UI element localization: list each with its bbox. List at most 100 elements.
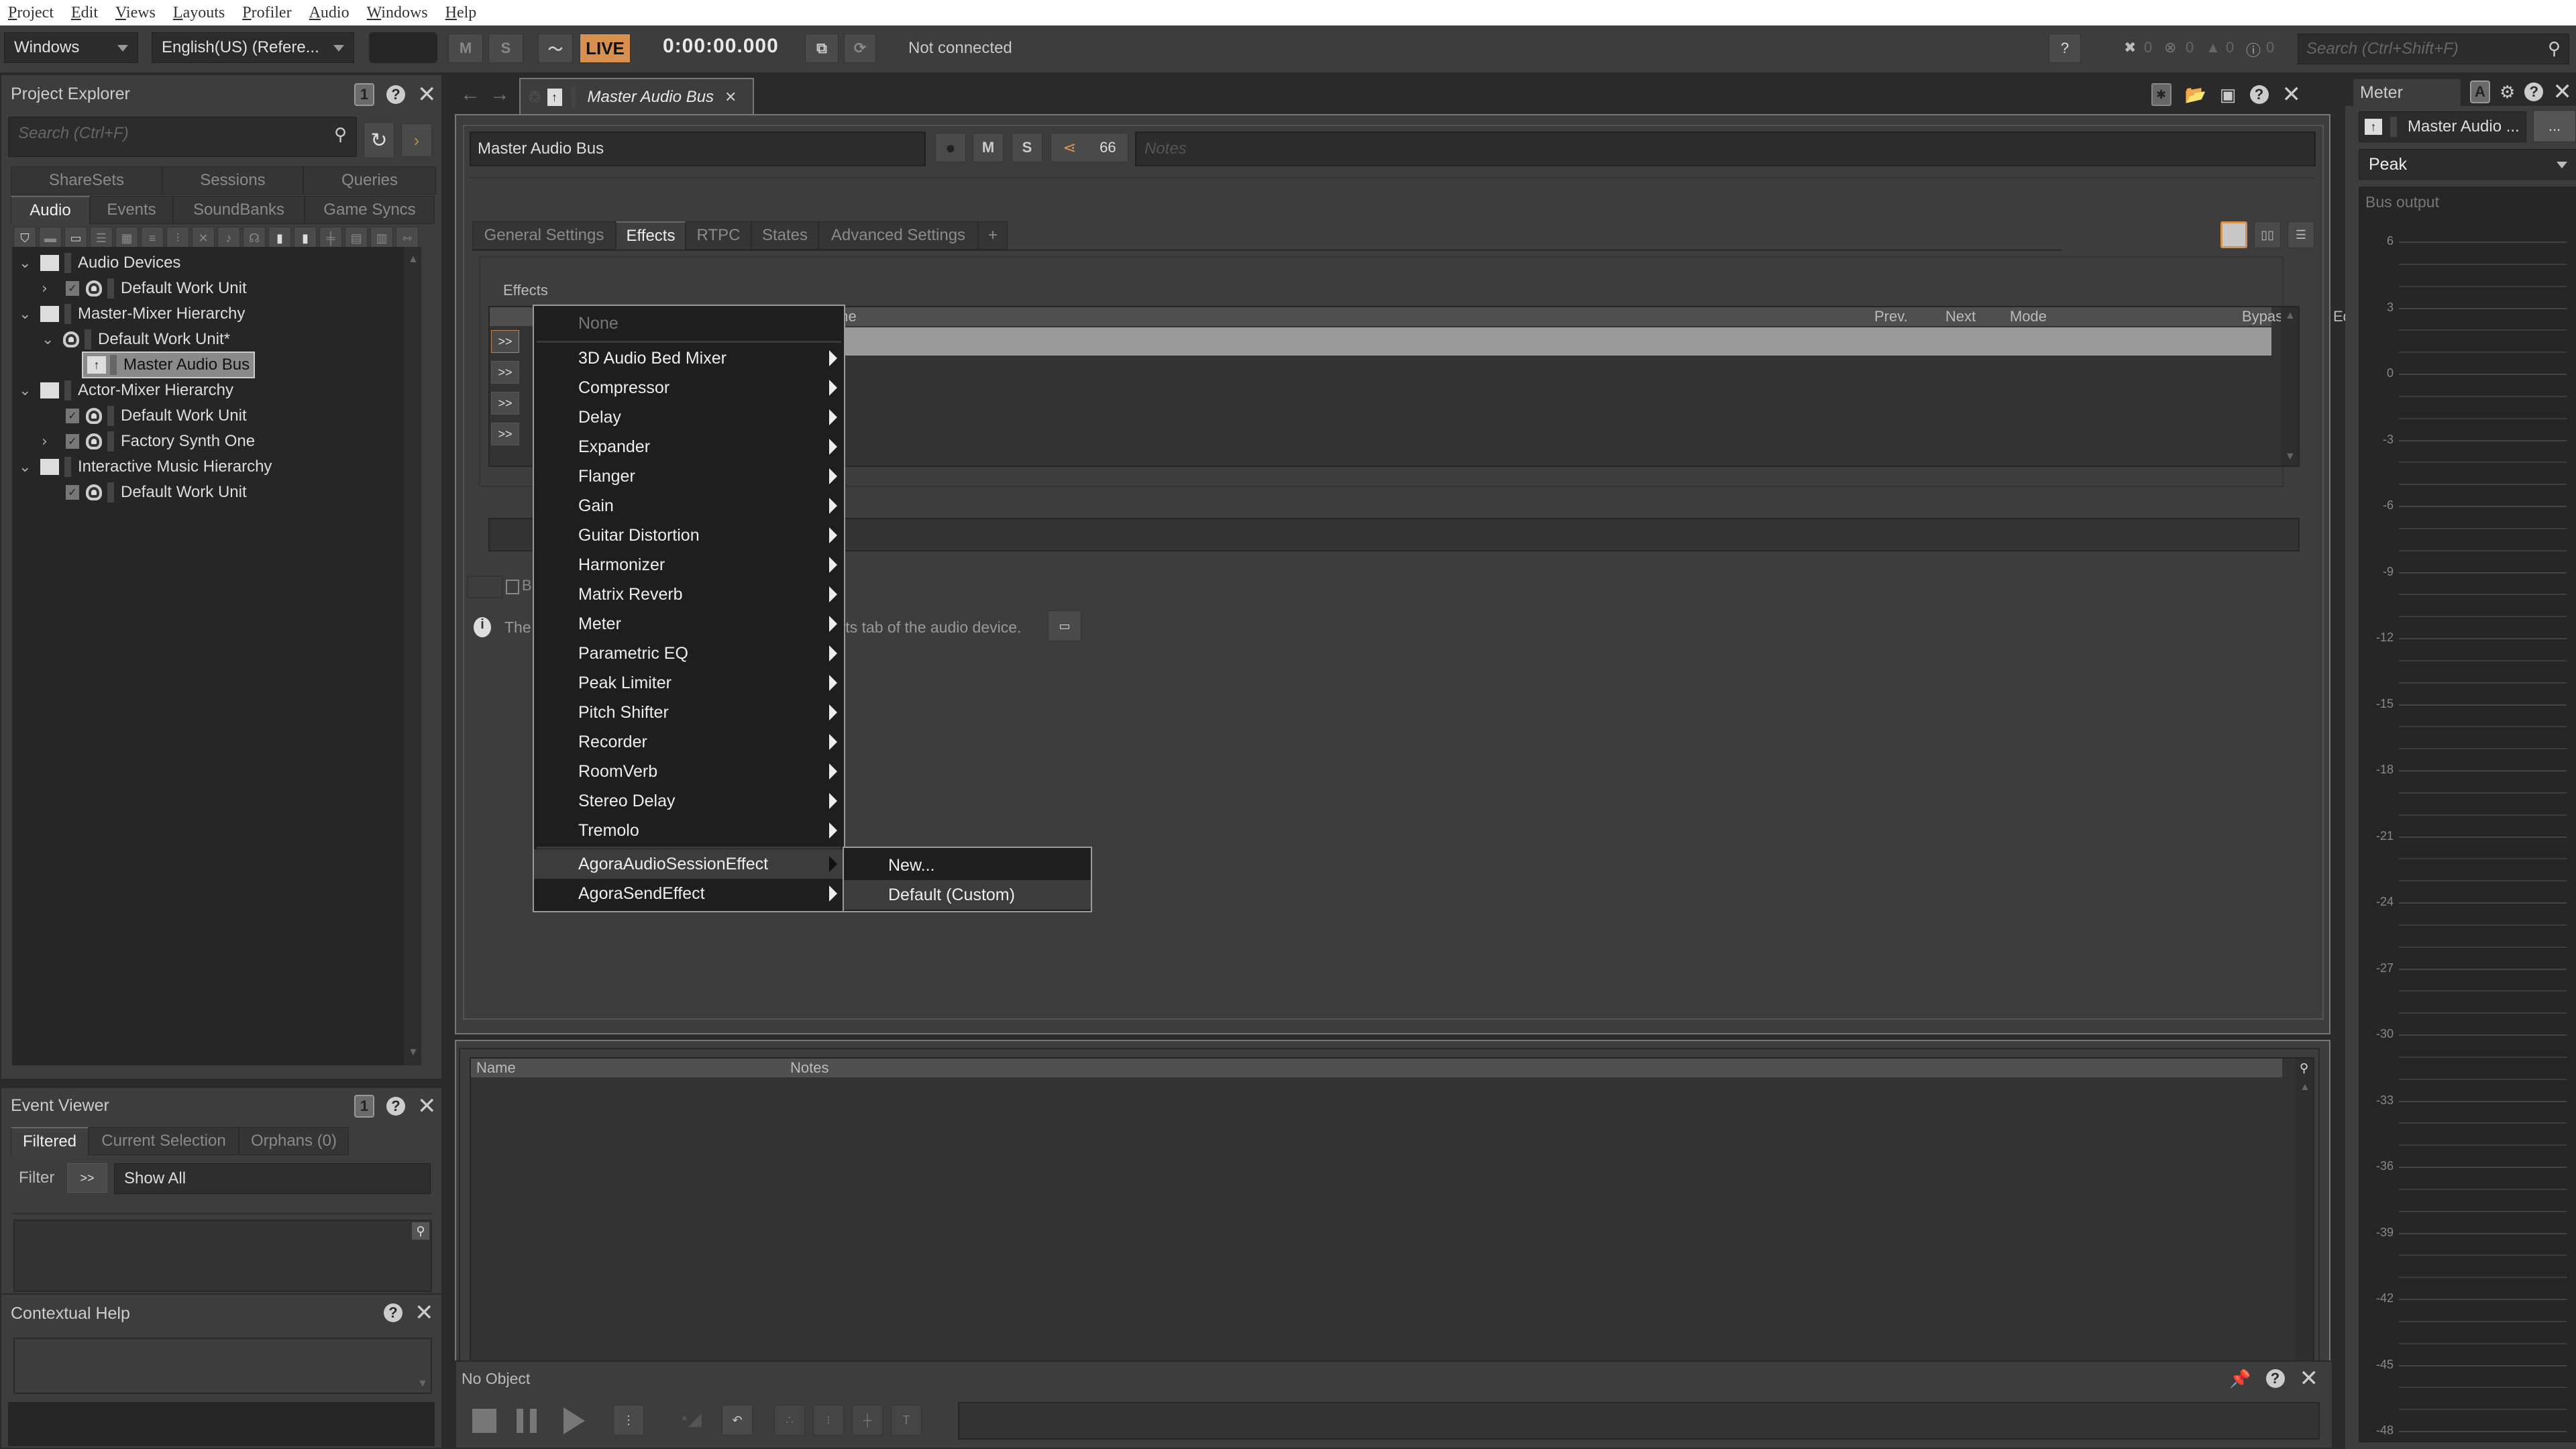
- help-icon[interactable]: ?: [384, 1303, 402, 1322]
- menu-item-harmonizer[interactable]: Harmonizer: [534, 550, 844, 580]
- solo-button[interactable]: S: [488, 34, 523, 63]
- menu-edit[interactable]: Edit: [71, 4, 98, 22]
- blend-icon[interactable]: ⫶: [166, 227, 189, 250]
- effect-slot-button[interactable]: >>: [491, 392, 519, 415]
- col-prev[interactable]: Prev.: [1874, 308, 1908, 325]
- layout-single-button[interactable]: [2220, 221, 2247, 248]
- scroll-down-icon[interactable]: ▼: [408, 1046, 419, 1059]
- checkbox-icon[interactable]: ✓: [66, 281, 79, 296]
- menu-windows[interactable]: Windows: [367, 4, 428, 22]
- tab-soundbanks[interactable]: SoundBanks: [173, 196, 305, 224]
- tab-game-syncs[interactable]: Game Syncs: [305, 196, 435, 224]
- tab-sessions[interactable]: Sessions: [162, 166, 303, 195]
- chevron-down-icon[interactable]: ⌄: [19, 255, 34, 272]
- submenu-item-default-custom[interactable]: Default (Custom): [844, 880, 1091, 910]
- browse-button[interactable]: ...: [2533, 110, 2576, 142]
- contents-scrollbar[interactable]: ⚲ ▲ ▼: [2296, 1059, 2313, 1393]
- col-mode[interactable]: Mode: [2010, 308, 2047, 325]
- menu-item-recorder[interactable]: Recorder: [534, 727, 844, 757]
- language-dropdown[interactable]: English(US) (Refere...: [152, 32, 354, 63]
- mixer-icon[interactable]: ☰: [90, 227, 113, 250]
- tree-item[interactable]: › ✓ Factory Synth One: [42, 429, 255, 453]
- back-arrow-icon[interactable]: ←: [460, 83, 480, 106]
- checkbox-icon[interactable]: ✓: [66, 434, 79, 449]
- menu-item-compressor[interactable]: Compressor: [534, 373, 844, 402]
- segment-icon[interactable]: ▥: [370, 227, 393, 250]
- chevron-down-icon[interactable]: ⌄: [19, 306, 34, 323]
- menu-audio[interactable]: Audio: [309, 4, 350, 22]
- warning-icon[interactable]: ▲: [2206, 39, 2220, 56]
- submenu-item-new[interactable]: New...: [844, 851, 1091, 880]
- help-icon[interactable]: ?: [2524, 83, 2544, 101]
- col-next[interactable]: Next: [1945, 308, 1976, 325]
- transport-options-button[interactable]: ⋮: [613, 1405, 644, 1436]
- close-icon[interactable]: ✕: [2553, 80, 2572, 103]
- column-tool-button[interactable]: ⁝: [813, 1405, 844, 1436]
- scroll-down-icon[interactable]: ▼: [2285, 451, 2296, 463]
- chevron-down-icon[interactable]: ⌄: [19, 459, 34, 476]
- close-icon[interactable]: ✕: [417, 1095, 437, 1118]
- tab-audio[interactable]: Audio: [11, 196, 90, 224]
- folder-icon[interactable]: ▬: [39, 227, 62, 250]
- text-tool-button[interactable]: T: [891, 1405, 922, 1436]
- menu-item-flanger[interactable]: Flanger: [534, 462, 844, 491]
- error-x-icon[interactable]: ✖: [2124, 39, 2136, 56]
- editor-tab[interactable]: ♲ ↑ Master Audio Bus ✕: [519, 78, 754, 115]
- filter-options-button[interactable]: >>: [67, 1163, 107, 1193]
- close-icon[interactable]: ✕: [415, 1301, 434, 1324]
- tree-item[interactable]: ✓ Default Work Unit: [66, 480, 247, 504]
- bus-icon[interactable]: ▮: [268, 227, 291, 250]
- effect-slot-button[interactable]: >>: [491, 361, 519, 384]
- menu-item-tremolo[interactable]: Tremolo: [534, 816, 844, 845]
- notes-field[interactable]: Notes: [1135, 131, 2316, 166]
- refresh-button[interactable]: ↻: [364, 122, 394, 158]
- grid-icon[interactable]: ▦: [115, 227, 138, 250]
- menu-profiler[interactable]: Profiler: [242, 4, 291, 22]
- effect-slot-button[interactable]: >>: [491, 423, 519, 445]
- play-button[interactable]: [564, 1407, 585, 1434]
- track-icon[interactable]: ▤: [345, 227, 368, 250]
- col-notes[interactable]: Notes: [790, 1059, 828, 1077]
- menu-item-pitch-shifter[interactable]: Pitch Shifter: [534, 698, 844, 727]
- chevron-down-icon[interactable]: ⌄: [42, 331, 56, 348]
- help-button[interactable]: ?: [2049, 34, 2081, 63]
- tab-sharesets[interactable]: ShareSets: [11, 166, 162, 195]
- menu-project[interactable]: Project: [8, 4, 54, 22]
- tree-item[interactable]: ⌄ Actor-Mixer Hierarchy: [19, 378, 233, 402]
- references-button[interactable]: ⋖ 66: [1051, 133, 1128, 162]
- tree-item[interactable]: ⌄ Default Work Unit*: [42, 327, 230, 352]
- menu-item-stereo-delay[interactable]: Stereo Delay: [534, 786, 844, 816]
- pin-asterisk-icon[interactable]: ✱: [2151, 83, 2171, 106]
- tab-events[interactable]: Events: [90, 196, 173, 224]
- help-icon[interactable]: ?: [386, 1097, 405, 1116]
- search-icon[interactable]: ⚲: [2300, 1061, 2308, 1075]
- project-search-input[interactable]: Search (Ctrl+F) ⚲: [8, 117, 357, 157]
- menu-item-roomverb[interactable]: RoomVerb: [534, 757, 844, 786]
- close-icon[interactable]: ✕: [2282, 83, 2302, 106]
- add-tab-button[interactable]: +: [978, 221, 1008, 250]
- tab-advanced-settings[interactable]: Advanced Settings: [818, 221, 978, 250]
- object-name-field[interactable]: Master Audio Bus: [470, 131, 926, 166]
- tab-rtpc[interactable]: RTPC: [686, 221, 751, 250]
- pause-button[interactable]: [517, 1409, 541, 1433]
- tree-item[interactable]: ⌄ Audio Devices: [19, 251, 180, 275]
- error-icon[interactable]: ⊗: [2164, 39, 2176, 56]
- close-tab-icon[interactable]: ✕: [724, 89, 737, 106]
- menu-item-gain[interactable]: Gain: [534, 491, 844, 521]
- tab-effects[interactable]: Effects: [616, 221, 686, 250]
- random-icon[interactable]: ✕: [192, 227, 215, 250]
- menu-item-agorasendeffect[interactable]: AgoraSendEffect: [534, 879, 844, 908]
- open-folder-icon[interactable]: 📂: [2185, 85, 2206, 105]
- tree-item[interactable]: ⌄ Master-Mixer Hierarchy: [19, 302, 245, 326]
- help-icon[interactable]: ?: [2265, 1369, 2285, 1388]
- event-list[interactable]: ⚲: [13, 1220, 432, 1292]
- layout-columns-button[interactable]: ▯▯: [2254, 221, 2281, 248]
- chevron-right-icon[interactable]: ›: [42, 433, 56, 450]
- menu-item-expander[interactable]: Expander: [534, 432, 844, 462]
- tab-filtered[interactable]: Filtered: [11, 1127, 89, 1155]
- platform-dropdown[interactable]: Windows: [4, 32, 138, 63]
- tab-current-selection[interactable]: Current Selection: [89, 1127, 239, 1155]
- timer-icon[interactable]: ◔◢: [678, 1409, 702, 1430]
- auto-badge[interactable]: A: [2470, 80, 2490, 103]
- switch-icon[interactable]: ╪: [319, 227, 342, 250]
